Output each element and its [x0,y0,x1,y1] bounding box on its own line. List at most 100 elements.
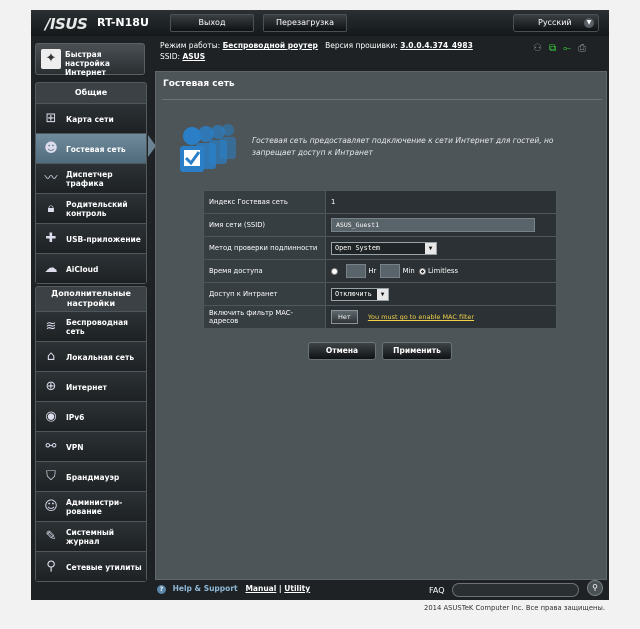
sidebar-item-vpn[interactable]: ⚯ VPN [36,431,146,461]
sidebar-item-label: Локальная сеть [66,352,135,362]
logout-button[interactable]: Выход [170,14,254,32]
access-time-limited-radio[interactable] [331,267,338,275]
parental-lock-icon: 🔒︎ [47,201,55,216]
status-icons: ⚇ ⧉ ⟜ ⎙ [533,43,586,54]
op-mode-link[interactable]: Беспроводной роутер [223,41,318,50]
ssid-input[interactable]: ASUS_Guest1 [331,218,535,232]
language-value: Русский [538,18,572,27]
main-panel: Гостевая сеть Гостевая сеть предоставляе… [155,71,607,580]
footer-separator: | [278,584,282,593]
sidebar-item-guest-network[interactable]: ☻ Гостевая сеть [36,133,146,163]
sidebar-item-label: Администри-рование [66,498,123,516]
chevron-down-icon: ▼ [584,18,594,28]
index-label: Индекс Гостевая сеть [203,190,326,214]
printer-icon[interactable]: ⎙ [578,43,586,54]
hours-input[interactable] [346,264,367,278]
sidebar-item-aicloud[interactable]: ☁ AiCloud [36,253,146,283]
minutes-label: Min [402,267,415,275]
qis-label: Быстрая настройка Интернет [65,50,110,77]
intranet-access-select[interactable]: Отключить ▼ [331,287,389,301]
mac-filter-label: Включить фильтр MAC-адресов [203,305,326,329]
access-time-limitless-radio[interactable] [418,267,426,275]
magic-wand-icon: ✦ [41,49,61,69]
chevron-down-icon: ▼ [425,242,436,254]
help-support: ? Help & Support Manual | Utility [157,584,310,594]
guest-network-icon: ☻ [44,141,58,156]
wireless-icon: ≋ [45,319,57,334]
home-lan-icon: ⌂ [46,349,56,364]
general-menu: Общие ⊞ Карта сети ☻ Гостевая сеть 〰 Дис… [35,82,147,284]
auth-method-value: Open System [335,243,381,252]
footer: ? Help & Support Manual | Utility FAQ ⚲ [31,576,609,600]
ssid-field-label: Имя сети (SSID) [203,213,326,237]
firmware-label: Версия прошивки: [325,41,398,50]
auth-method-label: Метод проверки подлинности [203,236,326,260]
sidebar-item-label: VPN [66,442,84,452]
network-connected-icon[interactable]: ⧉ [549,43,556,54]
minutes-input[interactable] [380,264,401,278]
sidebar-item-parental-control[interactable]: 🔒︎ Родительский контроль [36,193,146,223]
sidebar-item-label: IPv6 [66,412,85,422]
general-heading: Общие [74,88,108,97]
quick-internet-setup-button[interactable]: ✦ Быстрая настройка Интернет [35,43,145,77]
auth-method-select[interactable]: Open System ▼ [331,241,437,255]
faq-search-input[interactable] [452,583,579,597]
admin-user-icon: ☺ [44,499,58,514]
sidebar-item-administration[interactable]: ☺ Администри-рование [36,491,146,521]
page-title: Гостевая сеть [163,79,235,89]
chevron-down-icon: ▼ [377,288,388,300]
usb-icon[interactable]: ⟜ [563,43,571,54]
sidebar-item-traffic-manager[interactable]: 〰 Диспетчер трафика [36,163,146,193]
router-admin-frame: /ISUS RT-N18U Выход Перезагрузка Русский… [31,10,609,600]
sidebar-item-system-log[interactable]: ✎ Системный журнал [36,521,146,551]
clients-icon[interactable]: ⚇ [533,43,542,54]
help-icon: ? [157,585,166,594]
copyright: 2014 ASUSTeK Computer Inc. Все права защ… [424,604,605,612]
sidebar-item-label: Интернет [66,382,107,392]
sidebar-item-wan[interactable]: ⊕ Интернет [36,371,146,401]
mac-filter-link[interactable]: You must go to enable MAC filter [368,313,474,321]
asus-logo: /ISUS [45,15,88,33]
sidebar-item-wireless[interactable]: ≋ Беспроводная сеть [36,311,146,341]
ssid-link[interactable]: ASUS [182,52,205,61]
vpn-icon: ⚯ [45,439,57,454]
cancel-button[interactable]: Отмена [308,342,376,360]
search-icon[interactable]: ⚲ [587,580,603,596]
network-tools-icon: ⚲ [46,559,56,574]
reboot-button[interactable]: Перезагрузка [263,14,347,32]
sidebar-item-usb-app[interactable]: ✚ USB-приложение [36,223,146,253]
firmware-link[interactable]: 3.0.0.4.374_4983 [400,41,473,50]
firewall-shield-icon: ⛉ [46,469,56,484]
sidebar-item-ipv6[interactable]: ◉ IPv6 [36,401,146,431]
sidebar-item-firewall[interactable]: ⛉ Брандмауэр [36,461,146,491]
globe-icon: ⊕ [45,379,57,394]
sidebar-item-label: Системный журнал [66,528,114,546]
language-select[interactable]: Русский ▼ [513,14,599,32]
intranet-access-value: Отключить [335,289,372,298]
sidebar-item-label: AiCloud [66,264,99,274]
help-support-label: Help & Support [172,584,238,593]
aicloud-icon: ☁ [44,261,58,276]
advanced-heading: Дополнительные настройки [51,289,131,308]
access-time-label: Время доступа [203,259,326,283]
top-header: /ISUS RT-N18U Выход Перезагрузка Русский… [31,10,609,36]
title-divider [162,99,602,100]
limitless-label: Limitless [428,267,459,275]
ipv6-icon: ◉ [45,409,57,424]
index-value: 1 [325,190,557,214]
apply-button[interactable]: Применить [382,342,452,360]
advanced-menu: Дополнительные настройки ≋ Беспроводная … [35,286,147,582]
network-map-icon: ⊞ [45,111,57,126]
sidebar-item-label: Беспроводная сеть [66,318,128,336]
sidebar-item-lan[interactable]: ⌂ Локальная сеть [36,341,146,371]
intranet-access-label: Доступ к Интранет [203,282,326,306]
utility-link[interactable]: Utility [284,584,310,593]
sidebar-item-label: Брандмауэр [66,472,120,482]
ssid-label: SSID: [160,52,181,61]
mac-filter-select[interactable]: Нет [331,310,358,324]
sidebar-item-network-map[interactable]: ⊞ Карта сети [36,103,146,133]
manual-link[interactable]: Manual [245,584,276,593]
guest-network-description: Гостевая сеть предоставляет подключение … [252,136,554,157]
traffic-manager-icon: 〰 [44,171,58,186]
syslog-icon: ✎ [45,529,57,544]
